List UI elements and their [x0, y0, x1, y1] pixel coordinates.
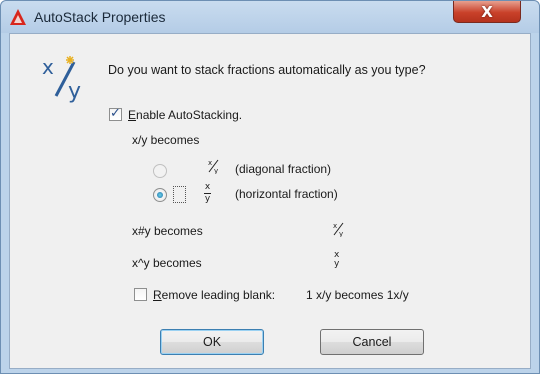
autostack-properties-dialog: AutoStack Properties X x y Do you want t… — [0, 0, 540, 374]
svg-text:x: x — [333, 222, 337, 230]
cancel-button[interactable]: Cancel — [320, 329, 424, 355]
caret-becomes-label: x^y becomes — [132, 256, 202, 270]
remove-leading-blank-label[interactable]: Remove leading blank: — [153, 288, 275, 302]
svg-text:y: y — [214, 167, 218, 174]
svg-text:x: x — [42, 55, 54, 79]
checkmark-icon: ✓ — [110, 106, 121, 121]
tolerance-stack-preview-icon: xy — [334, 250, 340, 269]
radio-selected-dot — [157, 192, 163, 198]
remove-leading-blank-example: 1 x/y becomes 1x/y — [306, 288, 409, 302]
autocad-logo-icon — [10, 9, 26, 25]
svg-text:y: y — [339, 230, 343, 237]
svg-text:y: y — [68, 79, 81, 104]
focus-indicator — [173, 186, 186, 203]
diagonal-fraction-label[interactable]: (diagonal fraction) — [235, 162, 331, 176]
close-icon: X — [481, 2, 493, 21]
title-bar[interactable]: AutoStack Properties X — [1, 1, 539, 33]
diagonal-fraction-icon: x y — [208, 159, 219, 174]
svg-text:x: x — [208, 159, 212, 167]
window-title: AutoStack Properties — [34, 9, 166, 25]
diagonal-fraction-radio[interactable] — [153, 164, 167, 178]
enable-autostacking-label[interactable]: Enable AutoStacking. — [128, 108, 242, 122]
hash-becomes-label: x#y becomes — [132, 224, 203, 238]
close-button[interactable]: X — [453, 1, 521, 23]
diagonal-fraction-preview-icon: x y — [333, 222, 344, 237]
horizontal-fraction-label[interactable]: (horizontal fraction) — [235, 187, 338, 201]
enable-autostacking-checkbox[interactable]: ✓ — [109, 106, 122, 121]
remove-leading-blank-checkbox[interactable] — [134, 288, 147, 301]
cancel-button-label: Cancel — [352, 335, 392, 349]
dialog-body: x y Do you want to stack fractions autom… — [9, 33, 531, 369]
horizontal-fraction-radio[interactable] — [153, 188, 167, 202]
ok-button-label: OK — [202, 335, 222, 349]
ok-button[interactable]: OK — [160, 329, 264, 355]
xy-becomes-label: x/y becomes — [132, 133, 200, 147]
autostack-fraction-icon: x y — [42, 55, 81, 104]
horizontal-fraction-icon: xy — [204, 182, 211, 204]
question-text: Do you want to stack fractions automatic… — [108, 63, 426, 77]
